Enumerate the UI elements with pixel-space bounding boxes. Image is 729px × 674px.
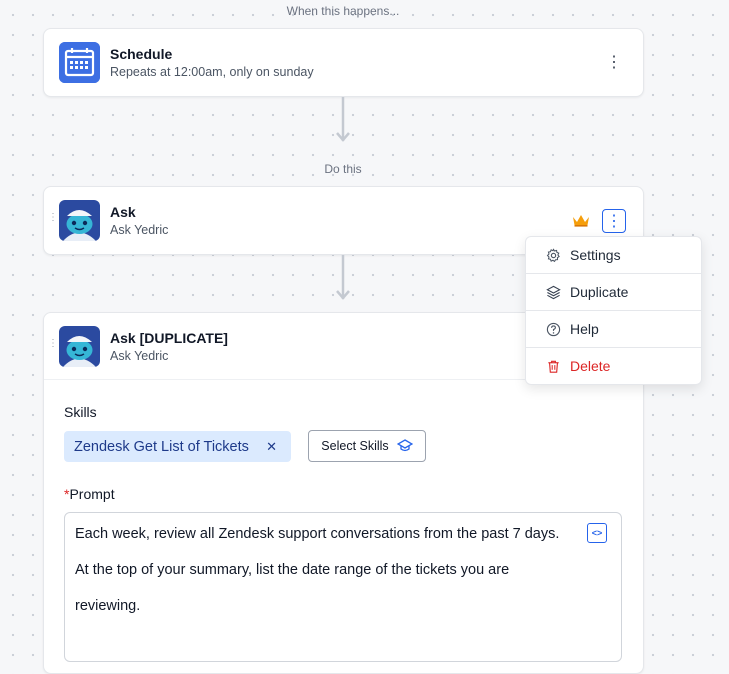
ask-duplicate-subtitle: Ask Yedric [110,349,169,363]
step-context-menu: Settings Duplicate Help Delete [525,236,702,385]
ask-menu-button[interactable]: ⋮ [602,209,626,233]
remove-skill-icon[interactable]: ✕ [266,439,277,455]
prompt-line: reviewing. [75,598,141,614]
yedric-bot-icon [59,200,100,241]
schedule-title: Schedule [110,46,173,62]
prompt-textarea[interactable]: Each week, review all Zendesk support co… [64,512,622,662]
yedric-bot-icon [59,326,100,367]
select-skills-label: Select Skills [321,439,389,453]
schedule-subtitle: Repeats at 12:00am, only on sunday [110,65,314,79]
help-circle-icon [546,322,561,336]
gear-icon [546,247,560,262]
layers-icon [546,285,561,299]
menu-item-help[interactable]: Help [526,311,701,348]
action-label: Do this [324,162,362,176]
trash-icon [548,360,559,373]
prompt-line: Each week, review all Zendesk support co… [75,526,560,542]
code-variable-icon[interactable]: <> [587,523,607,543]
flow-connector-arrow [336,255,350,300]
prompt-line: At the top of your summary, list the dat… [75,562,510,578]
ask-subtitle: Ask Yedric [110,223,169,237]
skill-chip: Zendesk Get List of Tickets ✕ [64,431,291,462]
menu-item-settings[interactable]: Settings [526,237,701,274]
graduation-cap-icon [396,439,413,452]
menu-item-duplicate[interactable]: Duplicate [526,274,701,311]
menu-item-delete[interactable]: Delete [526,348,701,384]
skills-label: Skills [64,404,97,420]
ask-duplicate-title: Ask [DUPLICATE] [110,330,228,346]
flow-connector-arrow [336,97,350,142]
trigger-label: When this happens... [286,4,400,18]
crown-icon [573,215,589,227]
schedule-menu-button[interactable]: ⋮ [603,51,625,73]
select-skills-button[interactable]: Select Skills [308,430,426,462]
schedule-step-card[interactable]: Schedule Repeats at 12:00am, only on sun… [43,28,644,97]
calendar-icon [59,42,100,83]
skill-chip-label: Zendesk Get List of Tickets [74,438,249,455]
prompt-label: *Prompt [64,486,115,502]
ask-title: Ask [110,204,136,220]
